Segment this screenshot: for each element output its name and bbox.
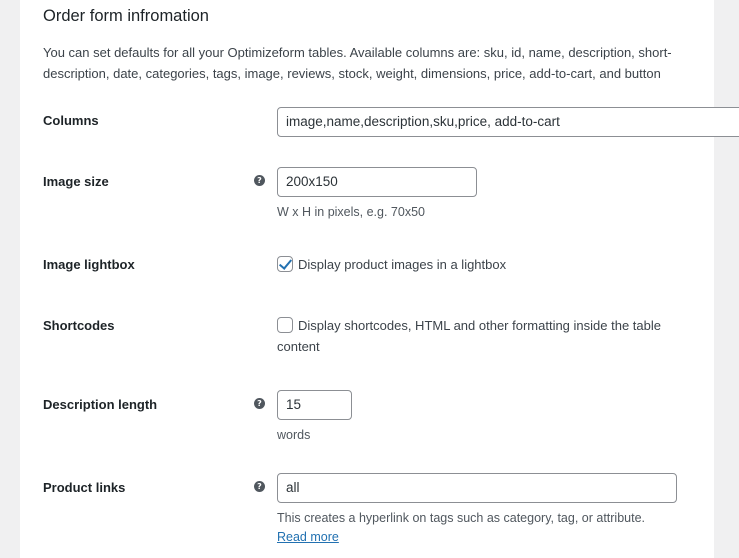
description-length-label: Description length [43,397,158,412]
description-length-unit: words [277,428,311,442]
image-size-label: Image size [43,174,109,189]
description-length-input[interactable]: 15 [277,390,352,420]
section-intro: You can set defaults for all your Optimi… [43,45,672,81]
product-links-help-icon[interactable]: ? [254,481,265,492]
image-lightbox-label: Image lightbox [43,257,135,272]
shortcodes-checkbox[interactable] [277,317,293,333]
product-links-description: This creates a hyperlink on tags such as… [277,511,646,525]
product-links-label: Product links [43,480,126,495]
read-more-link[interactable]: Read more [277,530,339,544]
section-title: Order form infromation [43,7,209,25]
product-links-input[interactable]: all [277,473,677,503]
image-size-description: W x H in pixels, e.g. 70x50 [277,205,425,219]
image-size-input[interactable]: 200x150 [277,167,477,197]
image-lightbox-checkbox-label: Display product images in a lightbox [298,257,507,272]
columns-input[interactable]: image,name,description,sku,price, add-to… [277,107,739,137]
columns-label: Columns [43,113,99,128]
description-length-help-icon[interactable]: ? [254,398,265,409]
image-lightbox-checkbox[interactable] [277,256,293,272]
shortcodes-option[interactable]: Display shortcodes, HTML and other forma… [277,315,677,357]
image-size-help-icon[interactable]: ? [254,175,265,186]
image-lightbox-option[interactable]: Display product images in a lightbox [277,254,677,275]
shortcodes-checkbox-label: Display shortcodes, HTML and other forma… [277,318,661,354]
shortcodes-label: Shortcodes [43,318,115,333]
